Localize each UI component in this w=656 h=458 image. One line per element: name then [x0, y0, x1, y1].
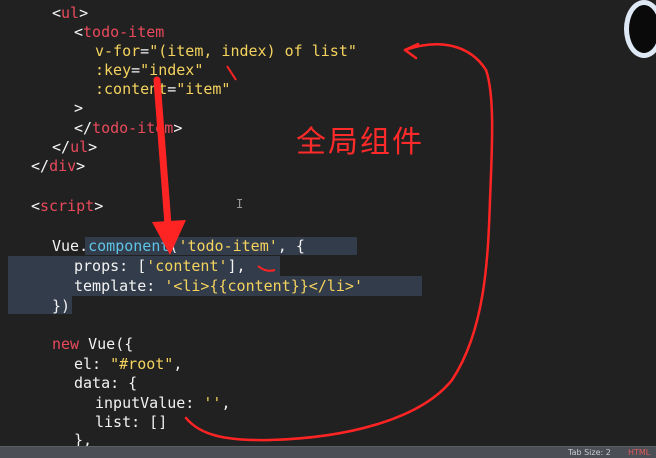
annotation-arrow-shaft [153, 76, 172, 229]
annotation-loop-line [184, 43, 494, 442]
annotation-underline [257, 265, 276, 272]
annotation-arrowhead-small [403, 42, 420, 60]
annotation-arrowhead [152, 220, 186, 255]
annotation-overlay [152, 42, 494, 442]
code-editor[interactable]: <ul> <todo-item v-for="(item, index) of … [0, 0, 656, 449]
annotation-label: 全局组件 [296, 125, 424, 160]
webcam-overlay [624, 0, 656, 58]
status-bar: Tab Size: 2 HTML [0, 446, 656, 458]
watermark-logo: HTML [628, 448, 651, 457]
tab-size-indicator[interactable]: Tab Size: 2 [568, 447, 611, 458]
annotation-tick-mark [226, 65, 237, 81]
